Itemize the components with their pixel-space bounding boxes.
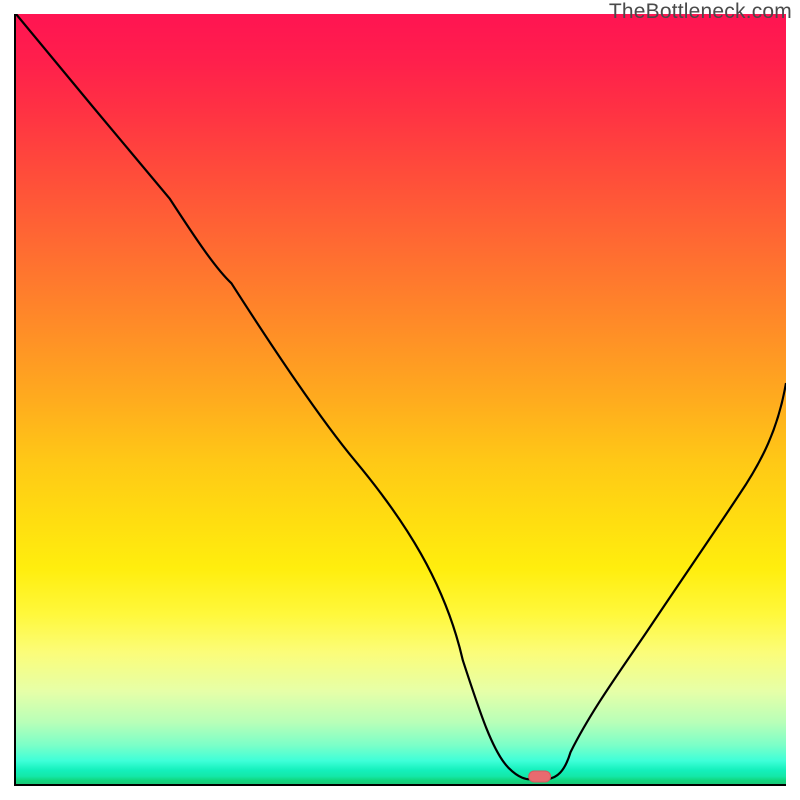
bottleneck-curve-path: [16, 14, 786, 779]
watermark-text: TheBottleneck.com: [609, 0, 792, 24]
bottleneck-chart: TheBottleneck.com: [0, 0, 800, 800]
curve-layer: [16, 14, 786, 784]
optimal-marker: [529, 771, 551, 782]
plot-area: [14, 14, 786, 786]
